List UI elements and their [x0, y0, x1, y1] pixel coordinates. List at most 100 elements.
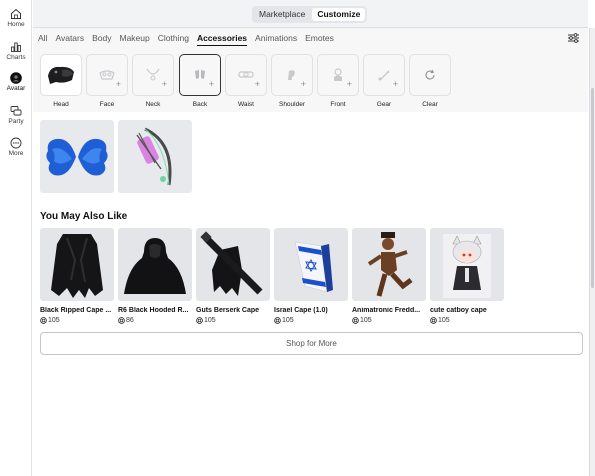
shop-for-more-button[interactable]: Shop for More	[40, 332, 583, 355]
tab-body[interactable]: Body	[92, 28, 111, 48]
segment-marketplace[interactable]: Marketplace	[254, 8, 310, 21]
segment-customize[interactable]: Customize	[312, 8, 366, 21]
israel-cape-image	[294, 241, 333, 292]
item-price: 105	[196, 317, 270, 324]
subcategory-waist[interactable]: + Waist	[225, 54, 267, 108]
item-price-value: 105	[282, 317, 294, 324]
subcategory-clear[interactable]: Clear	[409, 54, 451, 108]
item-thumbnail	[196, 228, 270, 301]
robux-icon	[196, 317, 203, 324]
sidebar-item-avatar[interactable]: Avatar	[0, 72, 32, 92]
subcategory-label-head: Head	[53, 101, 69, 108]
sidebar-item-party[interactable]: Party	[0, 105, 32, 125]
equipped-item-bow-and-arrow[interactable]	[118, 120, 192, 193]
subcategory-front-thumb: +	[317, 54, 359, 96]
add-back-icon: +	[208, 79, 214, 89]
filter-settings-icon[interactable]	[567, 32, 580, 44]
add-shoulder-icon: +	[300, 79, 306, 89]
add-gear-icon: +	[392, 79, 398, 89]
item-thumbnail	[274, 228, 348, 301]
subcategory-front[interactable]: + Front	[317, 54, 359, 108]
subcategory-neck[interactable]: + Neck	[132, 54, 174, 108]
recommendation-card[interactable]: Guts Berserk Cape 105	[196, 228, 270, 324]
item-name: cute catboy cape	[430, 307, 487, 314]
subcategory-head[interactable]: Head	[40, 54, 82, 108]
face-icon	[99, 70, 115, 80]
item-price: 105	[352, 317, 426, 324]
accessory-subcategories: Head + Face + Neck + Back + Waist + Shou…	[33, 48, 588, 112]
subcategory-gear-thumb: +	[363, 54, 405, 96]
app-window: Home Charts Avatar Party More Marketplac…	[0, 0, 595, 476]
gear-icon	[378, 70, 389, 81]
recommendation-card[interactable]: Black Ripped Cape ... 105	[40, 228, 114, 324]
subcategory-label-back: Back	[192, 101, 208, 108]
subcategory-label-face: Face	[99, 101, 115, 108]
tab-clothing[interactable]: Clothing	[158, 28, 189, 48]
subcategory-head-thumb	[40, 54, 82, 96]
add-face-icon: +	[115, 79, 121, 89]
subcategory-clear-thumb	[409, 54, 451, 96]
recommendation-card[interactable]: Israel Cape (1.0) 105	[274, 228, 348, 324]
add-front-icon: +	[346, 79, 352, 89]
back-icon	[195, 70, 205, 79]
recommendation-card[interactable]: Animatronic Fredd... 105	[352, 228, 426, 324]
item-name: Israel Cape (1.0)	[274, 307, 328, 314]
head-accessory-thumbnail-icon	[48, 66, 74, 84]
item-name: Animatronic Fredd...	[352, 307, 421, 314]
left-sidebar: Home Charts Avatar Party More	[0, 0, 32, 476]
bow-and-arrow-thumbnail	[136, 127, 172, 185]
tab-all[interactable]: All	[38, 28, 47, 48]
sidebar-item-home[interactable]: Home	[0, 8, 32, 28]
tab-makeup[interactable]: Makeup	[120, 28, 150, 48]
more-icon	[10, 137, 22, 149]
party-icon	[10, 106, 22, 116]
section-title-recommendations: You May Also Like	[40, 211, 128, 222]
sidebar-label-avatar: Avatar	[6, 85, 26, 92]
equipped-item-blue-wings[interactable]	[40, 120, 114, 193]
home-icon	[11, 8, 21, 19]
sidebar-item-charts[interactable]: Charts	[0, 41, 32, 61]
animatronic-freddy-image	[367, 231, 413, 297]
sidebar-label-more: More	[8, 150, 24, 157]
tab-accessories[interactable]: Accessories	[196, 28, 248, 48]
item-thumbnail	[352, 228, 426, 301]
scrollbar[interactable]	[589, 28, 595, 476]
sidebar-item-more[interactable]: More	[0, 137, 32, 157]
subcategory-shoulder[interactable]: + Shoulder	[271, 54, 313, 108]
subcategory-waist-thumb: +	[225, 54, 267, 96]
item-name: R6 Black Hooded R...	[118, 307, 189, 314]
scrollbar-thumb[interactable]	[591, 88, 594, 288]
item-price: 105	[40, 317, 114, 324]
robux-icon	[352, 317, 359, 324]
tab-emotes[interactable]: Emotes	[305, 28, 334, 48]
black-ripped-cape-image	[51, 233, 103, 298]
tab-animations[interactable]: Animations	[255, 28, 297, 48]
recommendation-card[interactable]: R6 Black Hooded R... 86	[118, 228, 192, 324]
item-name: Guts Berserk Cape	[196, 307, 260, 314]
item-thumbnail	[118, 228, 192, 301]
subcategory-face[interactable]: + Face	[86, 54, 128, 108]
avatar-icon	[10, 72, 22, 84]
subcategory-face-thumb: +	[86, 54, 128, 96]
recommendation-card[interactable]: cute catboy cape 105	[430, 228, 504, 324]
sidebar-label-home: Home	[7, 21, 25, 28]
subcategory-gear[interactable]: + Gear	[363, 54, 405, 108]
waist-icon	[238, 71, 254, 78]
tab-avatars[interactable]: Avatars	[55, 28, 84, 48]
item-price-value: 105	[360, 317, 372, 324]
item-price-value: 86	[126, 317, 134, 324]
item-price-value: 105	[204, 317, 216, 324]
subcategory-label-neck: Neck	[145, 101, 161, 108]
robux-icon	[40, 317, 47, 324]
blue-wings-thumbnail	[46, 138, 108, 175]
add-waist-icon: +	[254, 79, 260, 89]
robux-icon	[430, 317, 437, 324]
subcategory-label-front: Front	[330, 101, 346, 108]
subcategory-back[interactable]: + Back	[179, 54, 221, 108]
neck-icon	[146, 68, 160, 81]
front-icon	[334, 68, 342, 81]
category-tabs: All Avatars Body Makeup Clothing Accesso…	[33, 28, 588, 48]
sidebar-label-party: Party	[8, 118, 24, 125]
item-price: 86	[118, 317, 192, 324]
sidebar-label-charts: Charts	[6, 54, 26, 61]
